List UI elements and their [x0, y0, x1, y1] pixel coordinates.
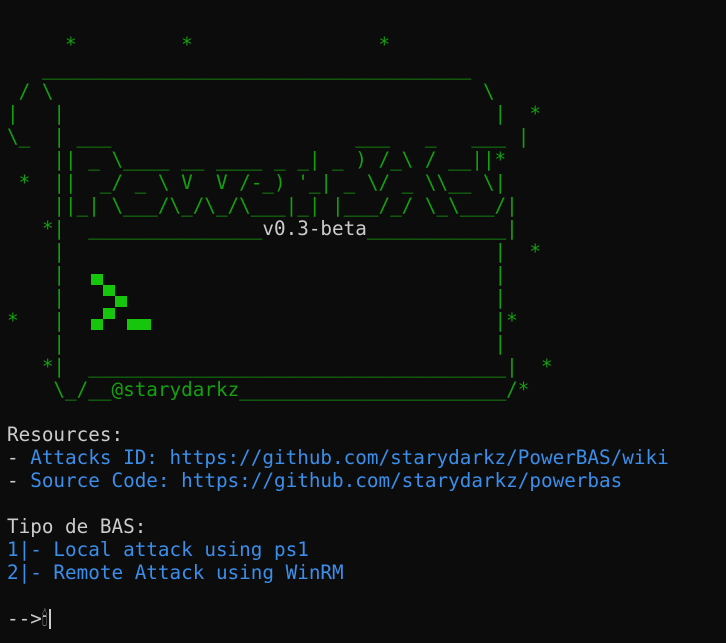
- logo-pixel: [103, 285, 115, 296]
- menu-heading: Tipo de BAS:: [7, 515, 147, 538]
- input-prompt[interactable]: -->🕯: [7, 607, 52, 630]
- resource-bullet: -: [7, 469, 31, 492]
- resource-bullet: -: [7, 446, 31, 469]
- candle-icon: 🕯: [41, 607, 48, 630]
- version-label: v0.3-beta: [262, 217, 367, 240]
- resource-item: - Source Code: https://github.com/staryd…: [7, 469, 622, 492]
- logo-pixel: [91, 274, 103, 285]
- banner-art-line: _____________________________________: [7, 57, 472, 80]
- banner-art-line: | |: [7, 263, 507, 286]
- banner-art-line: | | | *: [7, 102, 541, 125]
- banner-art-line: ||_| \___/\_/\_/\___|_| |___/_/ \_\___/|: [7, 194, 518, 217]
- author-handle: @starydarkz: [111, 378, 240, 401]
- logo-pixel: [115, 296, 127, 307]
- banner-art-line: \_/__: [7, 378, 112, 401]
- terminal-window: * * * __________________________________…: [0, 0, 726, 643]
- logo-pixel: [127, 319, 151, 330]
- banner-art-line: | |: [7, 332, 507, 355]
- banner-art-line: *| _______________: [7, 217, 263, 240]
- banner-art-line: | |: [7, 286, 507, 309]
- banner-art-line: * * *: [7, 33, 391, 56]
- banner-version-line: *| _______________v0.3-beta____________|: [7, 217, 518, 240]
- banner-art-line: * | |*: [7, 309, 518, 332]
- banner-art-line: || _ \____ __ ____ _ _| _ ) /_\ / __||*: [7, 148, 507, 171]
- banner-art-line: / \ \: [7, 80, 495, 103]
- banner-author-line: \_/__@starydarkz_______________________/…: [7, 378, 529, 401]
- resources-heading: Resources:: [7, 423, 124, 446]
- menu-option-local[interactable]: 1|- Local attack using ps1: [7, 538, 309, 561]
- banner-art-line: * || _/ _ \ V V /-_) '_| _ \/ _ \\__ \|: [7, 171, 507, 194]
- resource-item: - Attacks ID: https://github.com/staryda…: [7, 446, 669, 469]
- attacks-id-link[interactable]: Attacks ID: https://github.com/starydark…: [30, 446, 668, 469]
- banner-art-line: | | *: [7, 240, 541, 263]
- banner-art-line: ____________|: [366, 217, 518, 240]
- source-code-link[interactable]: Source Code: https://github.com/starydar…: [30, 469, 622, 492]
- menu-option-remote[interactable]: 2|- Remote Attack using WinRM: [7, 561, 344, 584]
- banner-art-line: _______________________/*: [239, 378, 530, 401]
- logo-pixel: [91, 319, 103, 330]
- text-cursor[interactable]: [49, 609, 52, 629]
- prompt-arrow: -->: [7, 607, 42, 630]
- banner-art-line: \_ | ___ ___ _ ___ |: [7, 125, 530, 148]
- banner-art-line: *| ____________________________________|…: [7, 355, 553, 378]
- logo-pixel: [103, 308, 115, 319]
